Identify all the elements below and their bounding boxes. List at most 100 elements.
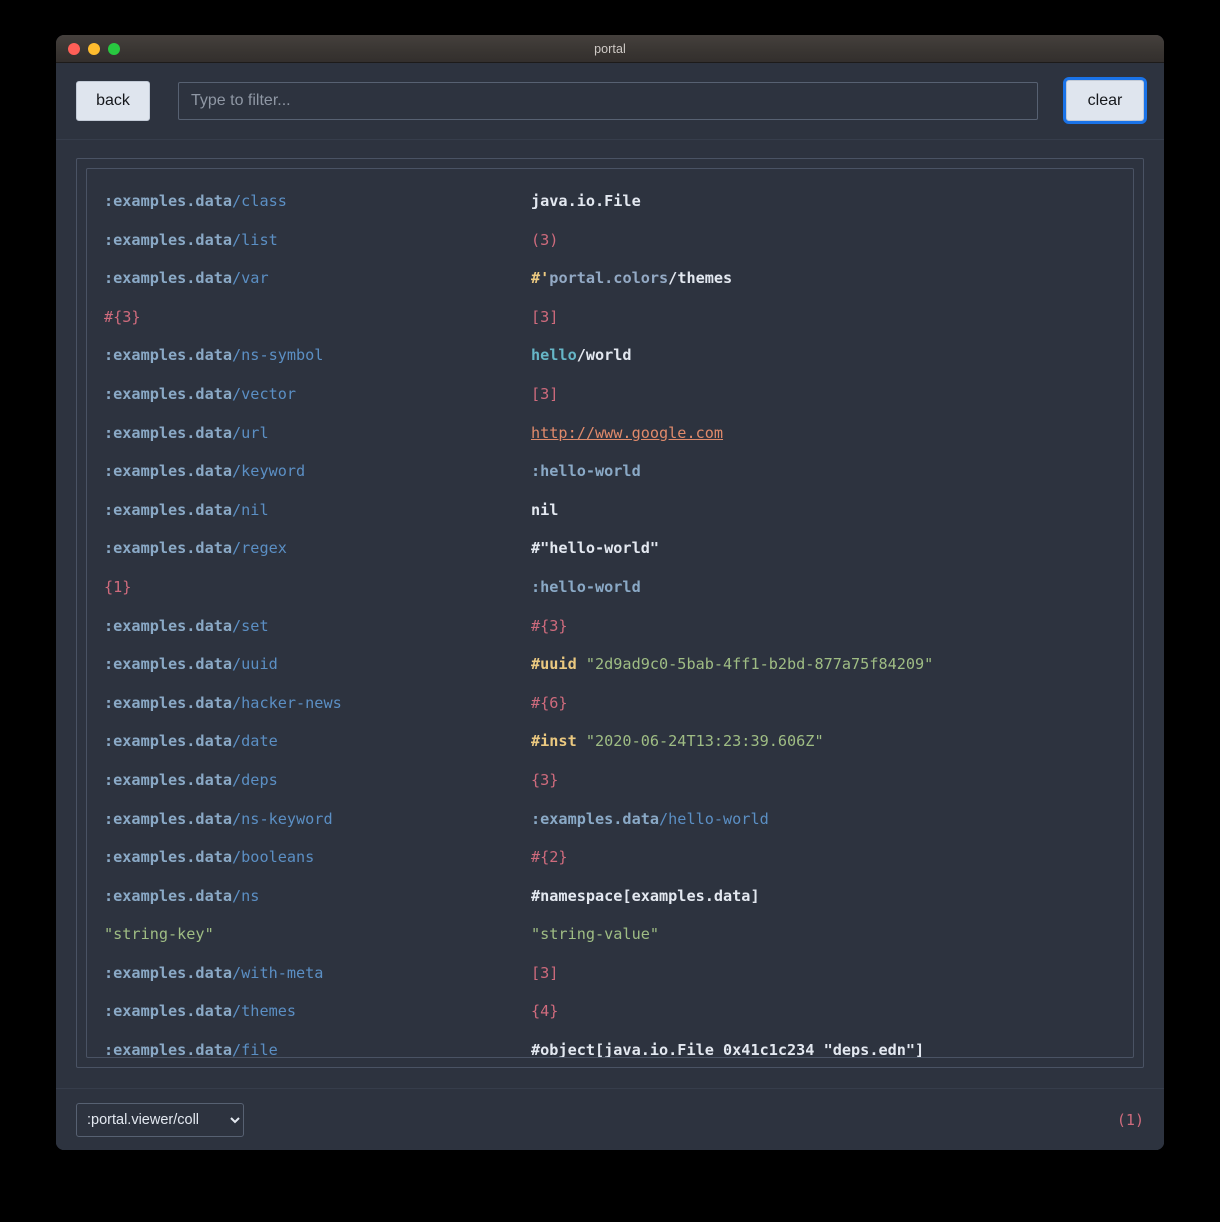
map-entry-key[interactable]: :examples.data/ns-keyword	[101, 800, 531, 839]
map-entry-value[interactable]: #uuid "2d9ad9c0-5bab-4ff1-b2bd-877a75f84…	[531, 645, 1119, 684]
map-entry-value[interactable]: (3)	[531, 221, 1119, 260]
key-token: /class	[232, 192, 287, 210]
filter-input[interactable]	[178, 81, 1038, 120]
map-entry-row[interactable]: :examples.data/keyword:hello-world	[101, 452, 1119, 491]
map-entry-row[interactable]: :examples.data/var #'portal.colors/themes	[101, 259, 1119, 298]
map-entry-value[interactable]: #{2}	[531, 838, 1119, 877]
key-token: :examples.data	[104, 809, 233, 828]
map-entry-value[interactable]: #inst "2020-06-24T13:23:39.606Z"	[531, 722, 1119, 761]
map-entry-row[interactable]: :examples.data/regex #"hello-world"	[101, 529, 1119, 568]
key-token: /deps	[232, 770, 278, 789]
map-entry-row[interactable]: :examples.data/with-meta [3]	[101, 954, 1119, 993]
value-token: [3]	[531, 307, 559, 326]
map-entry-row[interactable]: "string-key" "string-value"	[101, 915, 1119, 954]
map-entry-row[interactable]: :examples.data/deps {3}	[101, 761, 1119, 800]
map-entry-row[interactable]: :examples.data/class java.io.File	[101, 182, 1119, 221]
close-icon[interactable]	[68, 42, 80, 55]
map-entry-key[interactable]: :examples.data/ns	[101, 877, 531, 916]
key-token: :examples.data	[104, 539, 233, 558]
map-entry-value[interactable]: #{6}	[531, 684, 1119, 723]
map-entry-value[interactable]: #"hello-world"	[531, 529, 1119, 568]
map-entry-value[interactable]: [3]	[531, 298, 1119, 337]
map-entry-key[interactable]: :examples.data/themes	[101, 992, 531, 1031]
value-token: "2d9ad9c0-5bab-4ff1-b2bd-877a75f84209"	[576, 655, 934, 674]
map-entry-value[interactable]: #'portal.colors/themes	[531, 259, 1119, 298]
map-entry-value[interactable]: #object[java.io.File 0x41c1c234 "deps.ed…	[531, 1031, 1119, 1057]
map-entry-value[interactable]: nil	[531, 491, 1119, 530]
value-token: /themes	[668, 269, 733, 288]
map-entry-value[interactable]: #{3}	[531, 607, 1119, 646]
map-entry-key[interactable]: :examples.data/ns-symbol	[101, 336, 531, 375]
map-entry-value[interactable]: "string-value"	[531, 915, 1119, 954]
map-entry-value[interactable]: {4}	[531, 992, 1119, 1031]
map-entry-key[interactable]: :examples.data/regex	[101, 529, 531, 568]
viewer-inner-panel[interactable]: :examples.data/class java.io.File:example…	[86, 168, 1134, 1058]
map-entry-row[interactable]: :examples.data/booleans #{2}	[101, 838, 1119, 877]
viewer-select[interactable]: :portal.viewer/coll	[76, 1102, 244, 1137]
map-entry-key[interactable]: :examples.data/with-meta	[101, 954, 531, 993]
map-entry-key[interactable]: :examples.data/list	[101, 221, 531, 260]
map-entry-row[interactable]: #{3} [3]	[101, 298, 1119, 337]
map-entry-key[interactable]: :examples.data/keyword	[101, 452, 531, 491]
key-token: /themes	[232, 1002, 297, 1021]
map-entry-key[interactable]: :examples.data/vector	[101, 375, 531, 414]
map-entry-row[interactable]: :examples.data/ns #namespace[examples.dat…	[101, 877, 1119, 916]
map-entry-row[interactable]: :examples.data/set #{3}	[101, 607, 1119, 646]
map-entry-value[interactable]: [3]	[531, 954, 1119, 993]
value-token: portal.colors	[549, 269, 669, 288]
map-entry-value[interactable]: hello/world	[531, 336, 1119, 375]
map-entry-value[interactable]: :hello-world	[531, 452, 1119, 491]
map-entry-key[interactable]: :examples.data/hacker-news	[101, 684, 531, 723]
map-entry-key[interactable]: :examples.data/set	[101, 607, 531, 646]
map-entry-row[interactable]: :examples.data/ns-keyword:examples.data/…	[101, 800, 1119, 839]
value-token[interactable]: http://www.google.com	[531, 424, 723, 442]
map-entry-value[interactable]: java.io.File	[531, 182, 1119, 221]
map-entry-value[interactable]: http://www.google.com	[531, 414, 1119, 453]
map-entry-value[interactable]: {3}	[531, 761, 1119, 800]
map-entry-key[interactable]: "string-key"	[101, 915, 531, 954]
map-entry-row[interactable]: :examples.data/url http://www.google.com	[101, 414, 1119, 453]
maximize-icon[interactable]	[108, 42, 120, 55]
map-entry-key[interactable]: :examples.data/url	[101, 414, 531, 453]
key-token: :examples.data	[104, 423, 233, 442]
map-entry-value[interactable]: :hello-world	[531, 568, 1119, 607]
map-entry-key[interactable]: :examples.data/nil	[101, 491, 531, 530]
viewer-outer-panel: :examples.data/class java.io.File:example…	[76, 158, 1144, 1068]
map-entry-key[interactable]: :examples.data/var	[101, 259, 531, 298]
value-token: /hello-world	[659, 809, 769, 828]
map-entry-value[interactable]: #namespace[examples.data]	[531, 877, 1119, 916]
map-entry-key[interactable]: :examples.data/booleans	[101, 838, 531, 877]
key-token: /vector	[232, 384, 297, 403]
back-button[interactable]: back	[76, 80, 150, 121]
map-entry-row[interactable]: :examples.data/hacker-news #{6}	[101, 684, 1119, 723]
map-entry-key[interactable]: #{3}	[101, 298, 531, 337]
key-token: :examples.data	[104, 500, 233, 519]
map-entry-key[interactable]: :examples.data/deps	[101, 761, 531, 800]
map-entry-row[interactable]: :examples.data/themes {4}	[101, 992, 1119, 1031]
key-token: {1}	[104, 577, 132, 596]
map-entry-key[interactable]: :examples.data/class	[101, 182, 531, 221]
key-token: /uuid	[232, 655, 278, 674]
map-entry-row[interactable]: :examples.data/vector [3]	[101, 375, 1119, 414]
key-token: :examples.data	[104, 616, 233, 635]
map-entry-key[interactable]: {1}	[101, 568, 531, 607]
map-entry-row[interactable]: :examples.data/file #object[java.io.File …	[101, 1031, 1119, 1057]
map-entry-key[interactable]: :examples.data/uuid	[101, 645, 531, 684]
clear-button[interactable]: clear	[1066, 80, 1144, 121]
minimize-icon[interactable]	[88, 42, 100, 55]
key-token: :examples.data	[104, 384, 233, 403]
map-entry-row[interactable]: :examples.data/date #inst "2020-06-24T13:…	[101, 722, 1119, 761]
map-entry-key[interactable]: :examples.data/file	[101, 1031, 531, 1057]
map-entry-value[interactable]: [3]	[531, 375, 1119, 414]
map-entry-row[interactable]: {1} :hello-world	[101, 568, 1119, 607]
value-token: nil	[531, 500, 559, 519]
map-entry-row[interactable]: :examples.data/list (3)	[101, 221, 1119, 260]
value-token: {4}	[531, 1002, 559, 1021]
window-titlebar: portal	[56, 35, 1164, 63]
map-entry-row[interactable]: :examples.data/ns-symbol hello/world	[101, 336, 1119, 375]
map-entry-row[interactable]: :examples.data/uuid #uuid "2d9ad9c0-5bab-…	[101, 645, 1119, 684]
map-entry-value[interactable]: :examples.data/hello-world	[531, 800, 1119, 839]
map-entry-key[interactable]: :examples.data/date	[101, 722, 531, 761]
map-entry-row[interactable]: :examples.data/nil nil	[101, 491, 1119, 530]
key-token: /nil	[232, 500, 269, 519]
